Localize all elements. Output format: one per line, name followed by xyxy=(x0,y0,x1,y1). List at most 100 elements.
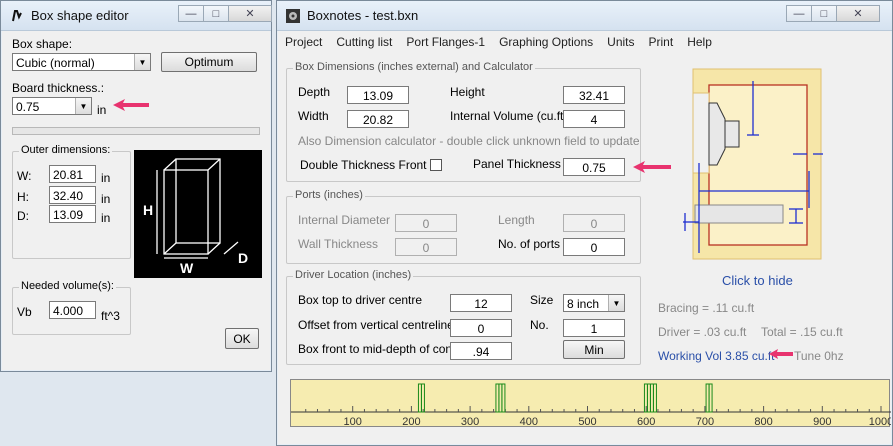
height-label: Height xyxy=(450,85,485,99)
chevron-down-icon[interactable]: ▼ xyxy=(608,295,624,311)
ports-title: Ports (inches) xyxy=(293,189,365,201)
min-button[interactable]: Min xyxy=(563,340,625,359)
working-volume: Working Vol 3.85 cu.ft xyxy=(658,349,775,363)
diagram-d-label: D xyxy=(238,250,249,266)
scale-label: 900 xyxy=(813,416,831,428)
total-volume: Total = .15 cu.ft xyxy=(761,325,843,339)
resonance-marker xyxy=(652,383,657,413)
chevron-down-icon[interactable]: ▼ xyxy=(134,54,150,70)
window-title: Boxnotes - test.bxn xyxy=(307,8,419,23)
size-label: Size xyxy=(530,293,554,307)
calculator-note: Also Dimension calculator - double click… xyxy=(298,134,640,148)
progress-bar xyxy=(12,127,260,135)
internal-diameter-field[interactable]: 0 xyxy=(395,214,457,232)
no-label: No. xyxy=(530,318,549,332)
resonance-marker xyxy=(708,383,713,413)
menu-graphing-options[interactable]: Graphing Options xyxy=(499,35,593,49)
menu-units[interactable]: Units xyxy=(607,35,634,49)
scale-label: 200 xyxy=(402,416,420,428)
offset-field[interactable]: 0 xyxy=(450,319,512,337)
needed-volume-label: Needed volume(s): xyxy=(19,280,116,292)
box-shape-value: Cubic (normal) xyxy=(16,56,95,70)
scale-label: 500 xyxy=(578,416,596,428)
panel-thickness-label: Panel Thickness xyxy=(473,157,561,171)
maximize-button[interactable]: □ xyxy=(811,5,837,22)
driver-size-select[interactable]: 8 inch ▼ xyxy=(563,294,625,312)
driver-size-value: 8 inch xyxy=(567,297,600,311)
speaker-app-icon xyxy=(285,8,301,24)
frequency-scale: 100 200 300 400 500 600 700 800 900 1000 xyxy=(291,383,893,428)
w-label: W: xyxy=(17,169,32,183)
resonance-marker xyxy=(420,383,425,413)
width-field[interactable]: 20.81 xyxy=(49,165,96,183)
depth-field[interactable]: 13.09 xyxy=(49,205,96,223)
scale-label: 800 xyxy=(754,416,772,428)
box-front-field[interactable]: .94 xyxy=(450,342,512,360)
diagram-h-label: H xyxy=(143,202,154,218)
maximize-button[interactable]: □ xyxy=(203,5,229,22)
vb-unit: ft^3 xyxy=(101,309,120,323)
frequency-graph[interactable]: 100 200 300 400 500 600 700 800 900 1000 xyxy=(290,379,893,428)
menu-port-flanges[interactable]: Port Flanges-1 xyxy=(406,35,485,49)
panel-thickness-field[interactable]: 0.75 xyxy=(563,158,625,176)
double-thickness-checkbox[interactable] xyxy=(430,159,442,171)
num-ports-label: No. of ports xyxy=(498,237,561,251)
height-field[interactable]: 32.40 xyxy=(49,186,96,204)
vb-field[interactable]: 4.000 xyxy=(49,301,96,319)
height-field[interactable]: 32.41 xyxy=(563,86,625,104)
minimize-button[interactable]: — xyxy=(786,5,812,22)
scale-label: 700 xyxy=(696,416,714,428)
wall-thickness-field[interactable]: 0 xyxy=(395,238,457,256)
depth-label: Depth xyxy=(298,85,331,99)
close-button[interactable]: ✕ xyxy=(228,5,272,22)
d-unit: in xyxy=(101,211,111,225)
tune-frequency: Tune 0hz xyxy=(794,349,844,363)
board-thickness-select[interactable]: 0.75 ▼ xyxy=(12,97,92,115)
box-cross-section-diagram[interactable] xyxy=(663,63,839,265)
depth-field[interactable]: 13.09 xyxy=(347,86,409,104)
click-to-hide-link[interactable]: Click to hide xyxy=(722,273,793,288)
offset-label: Offset from vertical centreline xyxy=(298,318,454,332)
chevron-down-icon[interactable]: ▼ xyxy=(75,98,91,114)
box-top-field[interactable]: 12 xyxy=(450,294,512,312)
driver-volume: Driver = .03 cu.ft xyxy=(658,325,747,339)
menu-help[interactable]: Help xyxy=(687,35,712,49)
pink-arrow-icon xyxy=(113,99,149,111)
box-dimensions-title: Box Dimensions (inches external) and Cal… xyxy=(293,61,535,73)
length-field[interactable]: 0 xyxy=(563,214,625,232)
scale-label: 1000 xyxy=(869,416,891,428)
scale-label: 100 xyxy=(344,416,362,428)
title-bar[interactable]: Boxnotes - test.bxn — □ ✕ xyxy=(277,1,892,31)
no-field[interactable]: 1 xyxy=(563,319,625,337)
menu-cutting-list[interactable]: Cutting list xyxy=(336,35,392,49)
close-button[interactable]: ✕ xyxy=(836,5,880,22)
internal-volume-label: Internal Volume (cu.ft) xyxy=(450,109,568,123)
w-unit: in xyxy=(101,171,111,185)
pink-arrow-icon xyxy=(769,349,793,359)
width-label: Width xyxy=(298,109,329,123)
optimum-button[interactable]: Optimum xyxy=(161,52,257,72)
menu-project[interactable]: Project xyxy=(285,35,322,49)
minimize-button[interactable]: — xyxy=(178,5,204,22)
d-label: D: xyxy=(17,209,29,223)
app-icon xyxy=(9,8,25,24)
window-title: Box shape editor xyxy=(31,8,129,23)
box-diagram: H W D xyxy=(134,150,262,278)
num-ports-field[interactable]: 0 xyxy=(563,238,625,256)
ok-button[interactable]: OK xyxy=(225,328,259,349)
box-shape-label: Box shape: xyxy=(12,37,73,51)
box-front-label: Box front to mid-depth of cone xyxy=(298,342,459,356)
bracing-volume: Bracing = .11 cu.ft xyxy=(658,301,755,315)
menu-print[interactable]: Print xyxy=(649,35,674,49)
width-field[interactable]: 20.82 xyxy=(347,110,409,128)
board-thickness-label: Board thickness.: xyxy=(12,81,105,95)
resonance-marker xyxy=(501,383,506,413)
driver-location-title: Driver Location (inches) xyxy=(293,269,414,281)
double-thickness-label: Double Thickness Front xyxy=(300,158,427,172)
internal-volume-field[interactable]: 4 xyxy=(563,110,625,128)
vb-label: Vb xyxy=(17,305,32,319)
length-label: Length xyxy=(498,213,535,227)
box-shape-select[interactable]: Cubic (normal) ▼ xyxy=(12,53,151,71)
board-thickness-unit: in xyxy=(97,103,107,117)
title-bar[interactable]: Box shape editor — □ ✕ xyxy=(1,1,272,31)
